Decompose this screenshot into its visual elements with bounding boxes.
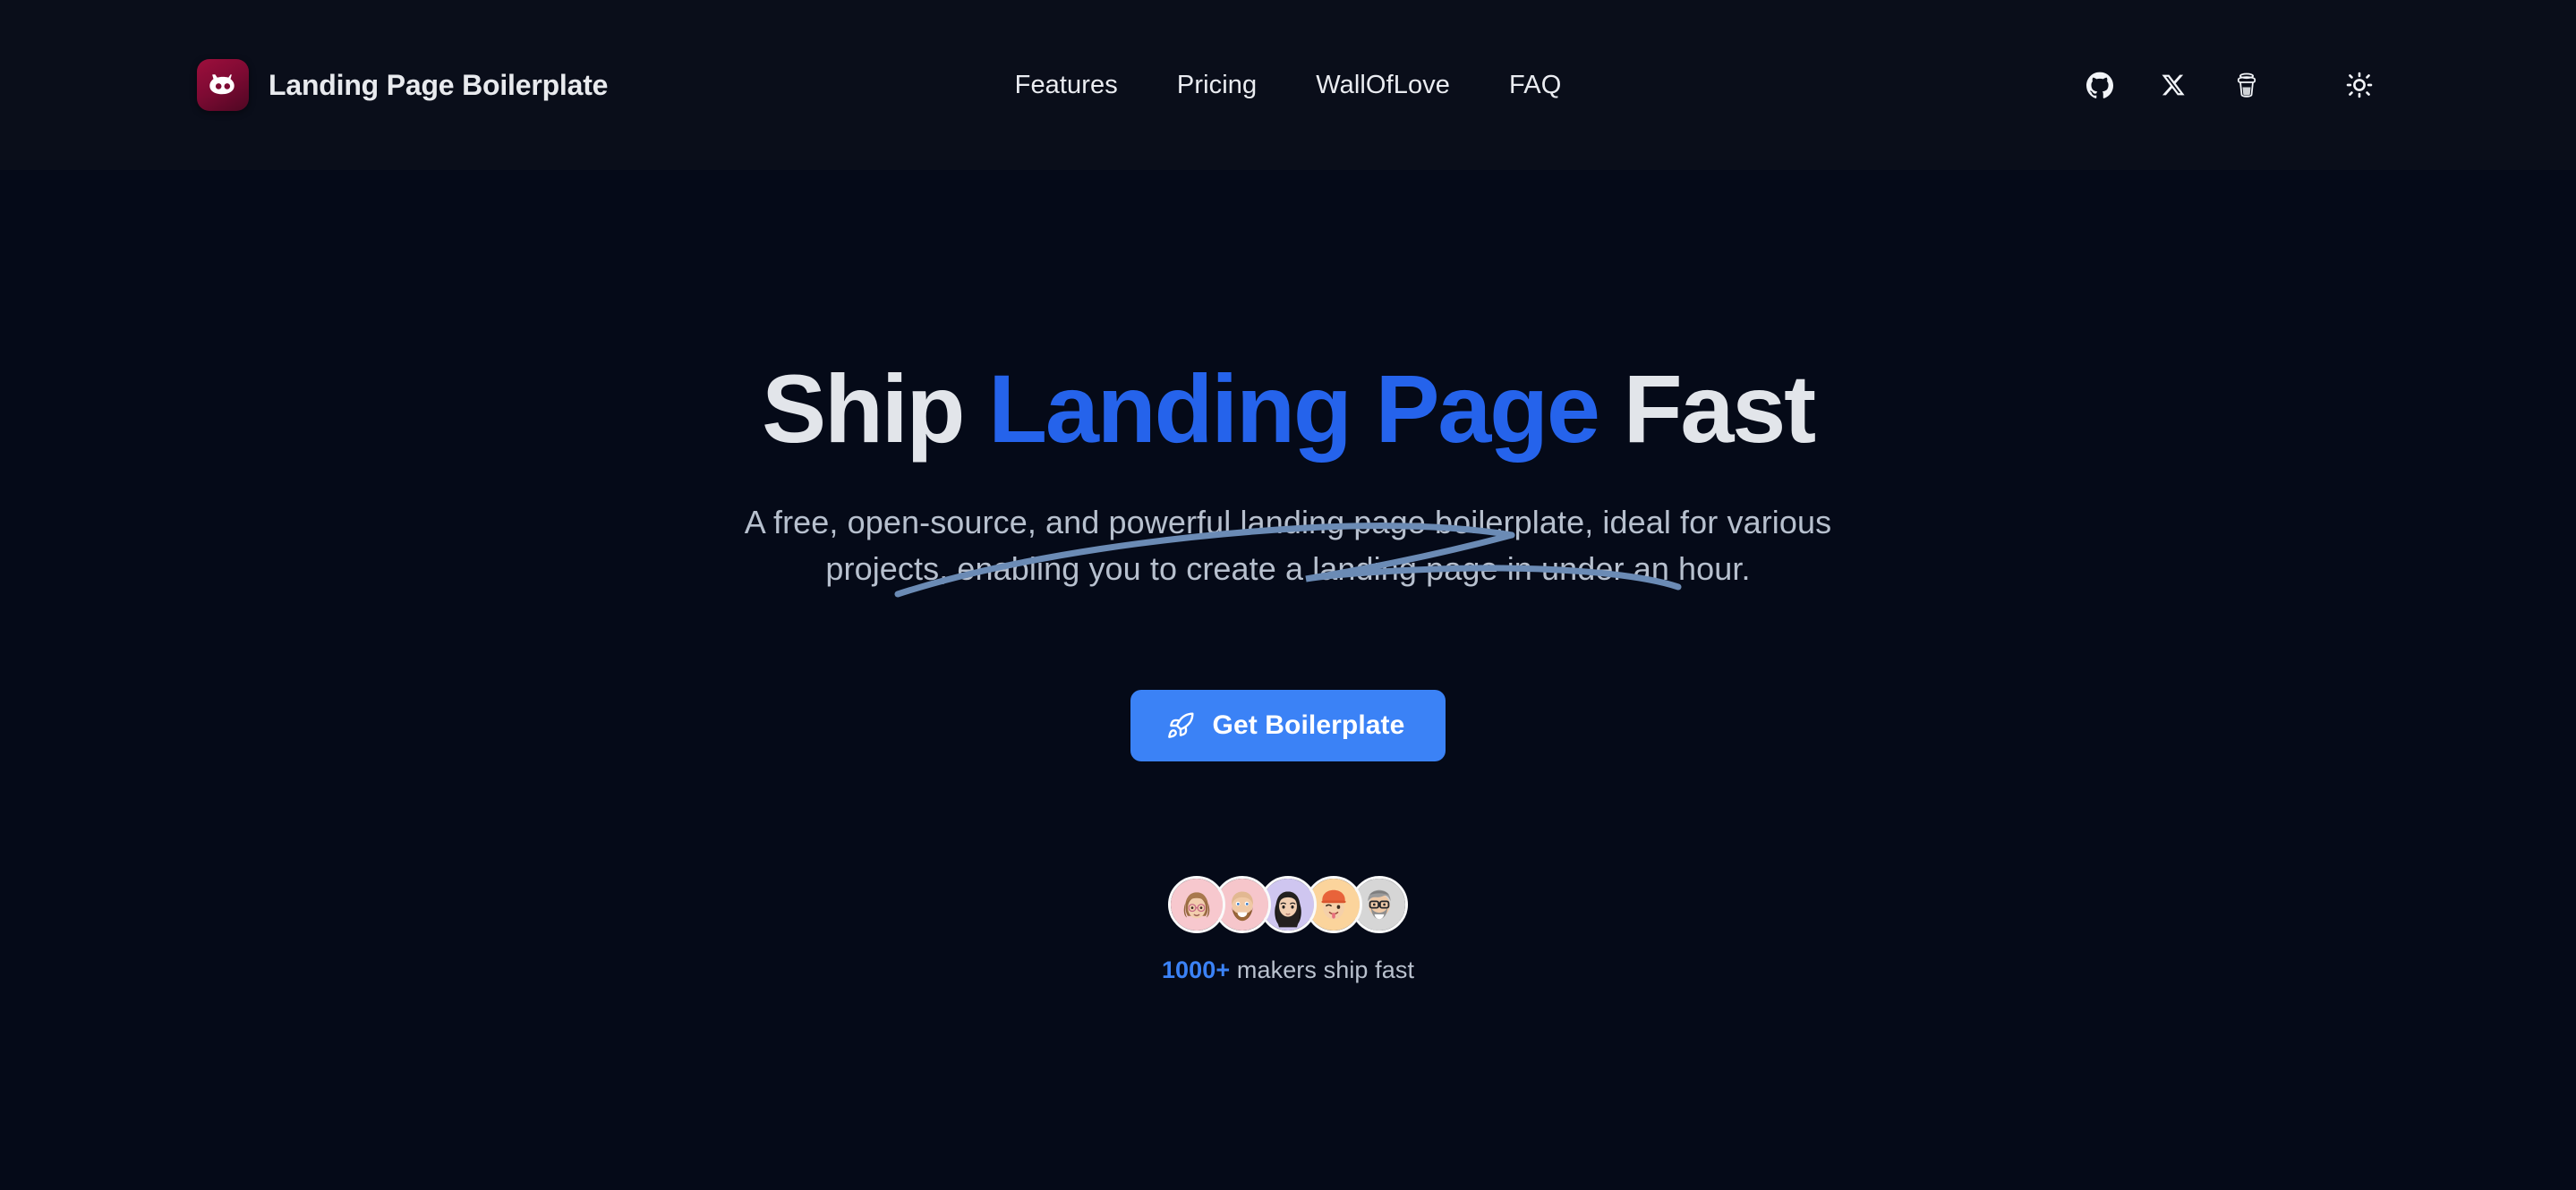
nav-link-pricing[interactable]: Pricing <box>1177 71 1257 100</box>
hero-section: Ship Landing Page Fast A free, open-sour… <box>0 170 2576 1190</box>
x-twitter-icon[interactable] <box>2154 65 2193 105</box>
avatar-stack <box>1168 875 1408 933</box>
nav-link-wallofove[interactable]: WallOfLove <box>1316 71 1450 100</box>
main-nav: Features Pricing WallOfLove FAQ <box>1015 71 1562 100</box>
page-title-accent: Landing Page <box>988 354 1600 463</box>
makers-caption-text: makers ship fast <box>1230 956 1415 983</box>
brand-logo-link[interactable]: Landing Page Boilerplate <box>197 59 608 111</box>
get-boilerplate-label: Get Boilerplate <box>1212 710 1405 740</box>
avatar-1 <box>1168 875 1225 933</box>
social-proof: 1000+ makers ship fast <box>1162 875 1414 984</box>
get-boilerplate-button[interactable]: Get Boilerplate <box>1130 689 1446 761</box>
octocat-logo-icon <box>197 59 249 111</box>
page-title-part-1: Ship <box>762 354 989 463</box>
header-actions <box>2080 65 2379 105</box>
cta-container: Get Boilerplate <box>1130 689 1446 761</box>
makers-count: 1000+ <box>1161 956 1231 983</box>
page-title: Ship Landing Page Fast <box>762 357 1816 598</box>
rocket-icon <box>1166 711 1195 740</box>
page-title-part-2: Fast <box>1598 354 1816 463</box>
nav-link-faq[interactable]: FAQ <box>1509 71 1561 100</box>
social-proof-caption: 1000+ makers ship fast <box>1162 956 1414 984</box>
site-header: Landing Page Boilerplate Features Pricin… <box>0 0 2576 170</box>
github-icon[interactable] <box>2080 65 2120 105</box>
hero-subtitle: A free, open-source, and powerful landin… <box>744 504 1832 587</box>
coffee-cup-icon[interactable] <box>2227 65 2266 105</box>
landing-page: Landing Page Boilerplate Features Pricin… <box>0 0 2576 1190</box>
nav-link-features[interactable]: Features <box>1015 71 1118 100</box>
sun-icon[interactable] <box>2340 65 2379 105</box>
brand-name: Landing Page Boilerplate <box>269 68 609 101</box>
